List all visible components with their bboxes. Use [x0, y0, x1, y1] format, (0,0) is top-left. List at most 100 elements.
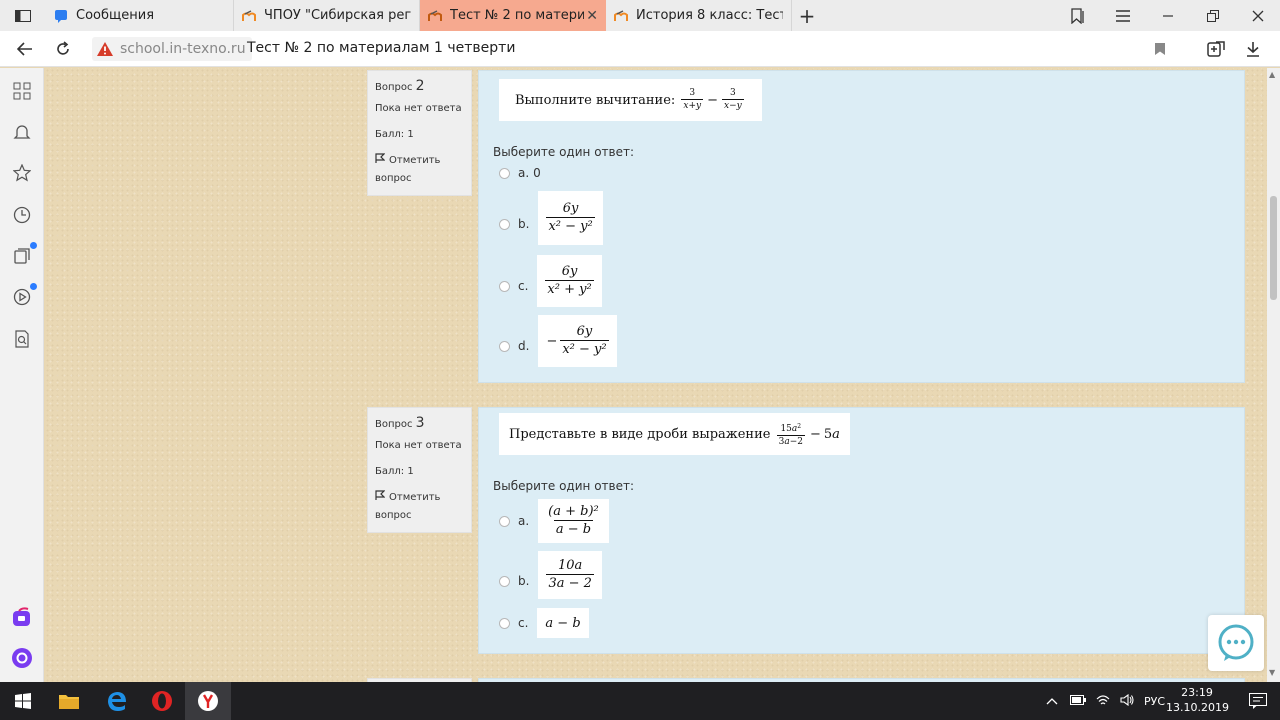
radio-button[interactable] — [499, 617, 510, 629]
option-letter: c. — [518, 279, 529, 293]
moodle-icon — [428, 9, 442, 23]
taskbar-clock[interactable]: 23:19 13.10.2019 — [1166, 685, 1229, 715]
fraction-numerator: 10a — [558, 558, 583, 573]
moodle-icon — [242, 9, 256, 23]
battery-icon[interactable] — [1070, 694, 1086, 708]
flag-question-link[interactable]: Отметить вопрос — [375, 489, 464, 525]
radio-button[interactable] — [499, 167, 510, 179]
wifi-icon[interactable] — [1096, 694, 1110, 709]
notification-center-icon — [1249, 693, 1267, 709]
answer-option-b[interactable]: b. 10a 3a − 2 — [499, 551, 602, 599]
tab-title: ЧПОУ "Сибирская регионал — [264, 8, 411, 23]
volume-icon[interactable] — [1120, 693, 1134, 709]
bookmark-collection-icon — [1070, 7, 1084, 24]
radio-button[interactable] — [499, 280, 510, 292]
option-letter: c. — [518, 616, 529, 630]
minimize-button[interactable] — [1145, 0, 1190, 31]
tab-siberian-school[interactable]: ЧПОУ "Сибирская регионал — [234, 0, 420, 31]
option-letter: a. — [518, 514, 530, 528]
tab-test-2[interactable]: Тест № 2 по материалам ✕ — [420, 0, 606, 31]
bookmark-button[interactable] — [1142, 31, 1178, 67]
answer-option-c[interactable]: c. a − b — [499, 608, 589, 638]
close-tab-icon[interactable]: ✕ — [586, 8, 598, 24]
sidebar-zen-button[interactable] — [10, 242, 37, 268]
question-info-q2: Вопрос 2 Пока нет ответа Балл: 1 Отметит… — [367, 70, 472, 196]
sidebar-apps-button[interactable] — [10, 79, 34, 103]
fraction-denominator: 3a − 2 — [546, 574, 594, 591]
messages-icon — [54, 9, 68, 23]
new-tab-button[interactable]: + — [792, 0, 822, 31]
page-scrollbar[interactable]: ▲ ▼ — [1267, 68, 1280, 682]
bookmarks-button[interactable] — [1055, 0, 1100, 31]
edge-icon — [108, 692, 126, 711]
answer-option-c[interactable]: c. 6y x² + y² — [499, 255, 602, 307]
tab-history-test[interactable]: История 8 класс: Тест №4 — [606, 0, 792, 31]
restore-button[interactable] — [1190, 0, 1235, 31]
reload-button[interactable] — [44, 31, 82, 67]
sidebar-video-button[interactable] — [10, 283, 37, 309]
download-icon — [1247, 42, 1259, 57]
radio-button[interactable] — [499, 340, 510, 352]
page-search-icon — [15, 330, 29, 348]
bookmark-icon — [1155, 43, 1165, 55]
taskbar-explorer[interactable] — [46, 682, 92, 720]
url-field[interactable]: school.in-texno.ru — [92, 37, 252, 61]
sidebar-messenger-button[interactable] — [10, 606, 34, 630]
scrollbar-thumb[interactable] — [1270, 196, 1277, 300]
math-fraction: 15a2 3a−2 — [776, 422, 805, 447]
tabs-menu-button[interactable] — [0, 0, 46, 31]
answer-option-b[interactable]: b. 6y x² − y² — [499, 191, 603, 245]
taskbar-edge[interactable] — [94, 682, 140, 720]
taskbar-yandex-browser[interactable] — [185, 682, 231, 720]
option-letter: d. — [518, 339, 530, 353]
flag-icon — [375, 152, 386, 170]
answer-option-a[interactable]: a. (a + b)² a − b — [499, 499, 609, 543]
sidebar-notifications-button[interactable] — [10, 120, 34, 144]
collections-button[interactable] — [1199, 31, 1235, 67]
radio-button[interactable] — [499, 218, 510, 230]
tab-messages[interactable]: Сообщения — [46, 0, 234, 31]
messenger-icon — [13, 607, 30, 626]
page-title: Тест № 2 по материалам 1 четверти — [247, 40, 516, 56]
start-button[interactable] — [0, 682, 46, 720]
question-status: Пока нет ответа — [375, 103, 462, 114]
fraction-denominator: x² − y² — [546, 217, 595, 234]
chat-bubble-icon — [1218, 624, 1254, 661]
question-text-label: Представьте в виде дроби выражение — [509, 426, 771, 442]
question-label: Вопрос — [375, 82, 413, 93]
tray-chevron-up-icon[interactable] — [1046, 695, 1058, 708]
sidebar-alice-button[interactable] — [10, 646, 34, 670]
taskbar-opera[interactable] — [139, 682, 185, 720]
clock-time: 23:19 — [1181, 686, 1213, 699]
radio-button[interactable] — [499, 575, 510, 587]
sidebar-history-button[interactable] — [10, 203, 34, 227]
opera-icon — [152, 691, 172, 711]
question-status: Пока нет ответа — [375, 440, 462, 451]
scroll-down-arrow-icon[interactable]: ▼ — [1269, 668, 1275, 677]
chat-widget-button[interactable] — [1208, 615, 1264, 671]
downloads-button[interactable] — [1235, 31, 1271, 67]
clock-icon — [13, 206, 31, 224]
option-formula: − 6y x² − y² — [538, 315, 617, 367]
sidebar-favorites-button[interactable] — [10, 161, 34, 185]
notification-dot — [30, 283, 37, 290]
sidebar-search-button[interactable] — [10, 327, 34, 351]
back-button[interactable] — [6, 31, 44, 67]
formula-sign: − — [546, 333, 558, 349]
answer-option-a[interactable]: a. 0 — [499, 166, 550, 180]
input-language[interactable]: РУС — [1144, 695, 1165, 708]
answer-option-d[interactable]: d. − 6y x² − y² — [499, 315, 617, 367]
question-text: Выполните вычитание: 3 x+y − 3 x−y — [499, 79, 762, 121]
question-number: Вопрос 2 — [375, 77, 464, 97]
flag-question-link[interactable]: Отметить вопрос — [375, 152, 464, 188]
close-window-button[interactable] — [1235, 0, 1280, 31]
scroll-up-arrow-icon[interactable]: ▲ — [1269, 70, 1275, 79]
radio-button[interactable] — [499, 515, 510, 527]
browser-menu-button[interactable] — [1100, 0, 1145, 31]
page-viewport: Вопрос 2 Пока нет ответа Балл: 1 Отметит… — [45, 68, 1267, 682]
fraction-denominator: x² + y² — [545, 280, 594, 297]
action-center-button[interactable] — [1236, 682, 1280, 720]
tab-bar: Сообщения ЧПОУ "Сибирская регионал Тест … — [0, 0, 1280, 31]
question-content-q3: Представьте в виде дроби выражение 15a2 3… — [478, 407, 1245, 654]
tab-title: История 8 класс: Тест №4 — [636, 8, 783, 23]
